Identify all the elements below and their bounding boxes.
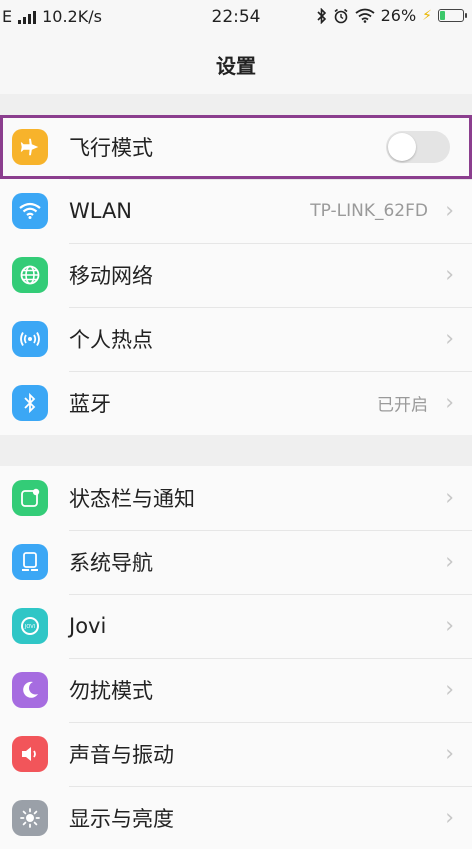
settings-row-system-navigation[interactable]: 系统导航 › [0, 530, 472, 594]
status-bar: E 10.2K/s 22:54 26% ⚡ [0, 0, 472, 34]
speaker-icon [12, 736, 48, 772]
row-label: 声音与振动 [69, 743, 174, 767]
page-title: 设置 [0, 34, 472, 94]
chevron-right-icon: › [445, 485, 454, 511]
airplane-mode-toggle[interactable] [386, 131, 450, 163]
row-label: 显示与亮度 [69, 807, 174, 831]
row-label: 勿扰模式 [69, 679, 153, 703]
wifi-status-icon [355, 8, 375, 23]
chevron-right-icon: › [445, 549, 454, 575]
brightness-icon [12, 800, 48, 836]
hotspot-icon [12, 321, 48, 357]
connectivity-group: 飞行模式 WLAN TP-LINK_62FD › 移动网络 › 个人热点 › 蓝… [0, 115, 472, 435]
settings-row-bluetooth[interactable]: 蓝牙 已开启 › [0, 371, 472, 435]
settings-row-hotspot[interactable]: 个人热点 › [0, 307, 472, 371]
system-group: 状态栏与通知 › 系统导航 › JOVI Jovi › 勿扰模式 › 声音与振动… [0, 466, 472, 849]
battery-level [440, 11, 445, 20]
wlan-network-name: TP-LINK_62FD [310, 201, 428, 221]
row-label: 飞行模式 [69, 136, 153, 160]
battery-percent: 26% [380, 6, 417, 25]
jovi-icon: JOVI [12, 608, 48, 644]
airplane-icon [12, 129, 48, 165]
chevron-right-icon: › [445, 198, 454, 224]
bluetooth-status: 已开启 [377, 395, 428, 416]
chevron-right-icon: › [445, 262, 454, 288]
moon-icon [12, 672, 48, 708]
row-label: 状态栏与通知 [69, 487, 195, 511]
settings-row-jovi[interactable]: JOVI Jovi › [0, 594, 472, 658]
row-label: 移动网络 [69, 264, 153, 288]
chevron-right-icon: › [445, 741, 454, 767]
chevron-right-icon: › [445, 613, 454, 639]
chevron-right-icon: › [445, 390, 454, 416]
navigation-icon [12, 544, 48, 580]
settings-row-status-bar-notifications[interactable]: 状态栏与通知 › [0, 466, 472, 530]
chevron-right-icon: › [445, 805, 454, 831]
battery-icon [438, 9, 467, 22]
toggle-knob [388, 133, 416, 161]
settings-row-mobile-network[interactable]: 移动网络 › [0, 243, 472, 307]
settings-row-airplane-mode[interactable]: 飞行模式 [0, 115, 472, 179]
settings-row-sound-vibration[interactable]: 声音与振动 › [0, 722, 472, 786]
globe-icon [12, 257, 48, 293]
row-label: 个人热点 [69, 328, 153, 352]
bluetooth-icon [12, 385, 48, 421]
bluetooth-status-icon [317, 7, 326, 24]
chevron-right-icon: › [445, 326, 454, 352]
settings-row-display-brightness[interactable]: 显示与亮度 › [0, 786, 472, 849]
charging-icon: ⚡ [422, 7, 432, 24]
notification-icon [12, 480, 48, 516]
settings-row-wlan[interactable]: WLAN TP-LINK_62FD › [0, 179, 472, 243]
settings-row-do-not-disturb[interactable]: 勿扰模式 › [0, 658, 472, 722]
row-label: WLAN [69, 199, 133, 223]
svg-text:JOVI: JOVI [24, 624, 35, 630]
alarm-icon [334, 8, 348, 23]
chevron-right-icon: › [445, 677, 454, 703]
row-label: 系统导航 [69, 551, 153, 575]
row-label: 蓝牙 [69, 392, 111, 416]
wifi-icon [12, 193, 48, 229]
row-label: Jovi [69, 614, 107, 638]
settings-screen: E 10.2K/s 22:54 26% ⚡ 设置 飞行模式 WLAN TP-LI… [0, 0, 472, 849]
